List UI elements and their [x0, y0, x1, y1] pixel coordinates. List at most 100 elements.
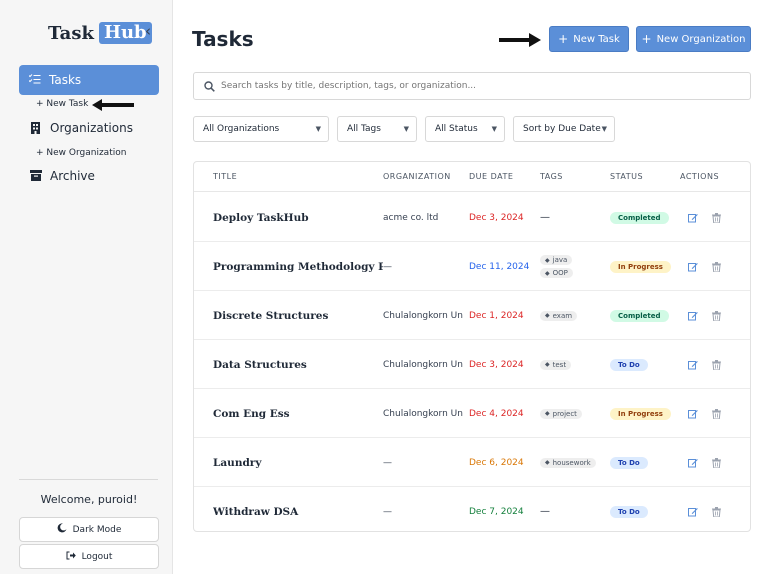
status-badge: To Do	[610, 505, 648, 518]
chevron-down-icon: ▼	[315, 125, 321, 133]
app: Task Hub ‹ Tasks + New Task Organization…	[0, 0, 757, 574]
column-header-organization: ORGANIZATION	[383, 172, 451, 181]
column-header-status: STATUS	[610, 172, 644, 181]
welcome-message: Welcome, puroid!	[40, 493, 138, 506]
trash-icon[interactable]	[712, 408, 721, 419]
edit-icon[interactable]	[688, 507, 698, 517]
sidebar-item-tasks-label: Tasks	[49, 73, 82, 87]
tag-label: java	[552, 256, 568, 264]
plus-icon: +	[641, 32, 652, 46]
sidebar-new-organization-link[interactable]: + New Organization	[36, 148, 126, 158]
task-organization: Chulalongkorn Un	[383, 408, 463, 419]
task-title: Data Structures	[213, 358, 307, 371]
task-due-date: Dec 11, 2024	[469, 261, 530, 272]
task-status: To Do	[610, 340, 680, 389]
table-row[interactable]: Data Structures Chulalongkorn Un Dec 3, 20…	[194, 340, 750, 389]
sidebar: Task Hub ‹ Tasks + New Task Organization…	[0, 0, 173, 574]
organization-filter-select[interactable]: All Organizations ▼	[193, 116, 329, 142]
chevron-down-icon: ▼	[403, 125, 409, 133]
empty-tags: —	[540, 506, 550, 517]
plus-icon: +	[558, 32, 569, 46]
tag-icon: ◆	[545, 410, 550, 417]
tag-label: OOP	[552, 269, 568, 277]
brand-task-text: Task	[48, 22, 94, 44]
task-actions	[688, 438, 738, 487]
task-actions	[688, 291, 738, 340]
table-row[interactable]: Withdraw DSA — Dec 7, 2024 — To Do	[194, 487, 750, 536]
collapse-sidebar-button[interactable]: ‹	[145, 22, 151, 40]
task-status: Completed	[610, 291, 680, 340]
task-actions	[688, 193, 738, 242]
table-row[interactable]: Discrete Structures Chulalongkorn Un Dec 1…	[194, 291, 750, 340]
organization-filter-value: All Organizations	[203, 124, 280, 134]
task-due-date: Dec 3, 2024	[469, 359, 524, 370]
search-icon	[204, 77, 215, 96]
task-actions	[688, 242, 738, 291]
table-row[interactable]: Deploy TaskHub acme co. ltd Dec 3, 2024 — Co…	[194, 193, 750, 242]
new-organization-button[interactable]: + New Organization	[636, 26, 751, 52]
task-organization: Chulalongkorn Un	[383, 310, 463, 321]
table-row[interactable]: Com Eng Ess Chulalongkorn Un Dec 4, 2024 ◆ p…	[194, 389, 750, 438]
task-organization: —	[383, 261, 392, 272]
task-due-date: Dec 1, 2024	[469, 310, 524, 321]
task-title: Laundry	[213, 456, 262, 469]
tag-label: exam	[552, 311, 573, 320]
trash-icon[interactable]	[712, 261, 721, 272]
archive-box-icon	[30, 170, 42, 182]
app-logo: Task Hub	[48, 22, 152, 44]
chevron-down-icon: ▼	[601, 125, 607, 133]
search-input[interactable]	[221, 81, 721, 91]
table-row[interactable]: Laundry — Dec 6, 2024 ◆ housework To Do	[194, 438, 750, 487]
tag-icon: ◆	[545, 459, 550, 466]
task-tags: ◆ test	[540, 340, 610, 389]
tag-label: test	[552, 360, 567, 369]
column-header-tags: TAGS	[540, 172, 563, 181]
task-tags: ◆ project	[540, 389, 610, 438]
page-title: Tasks	[192, 27, 254, 51]
task-tags: —	[540, 487, 610, 536]
dark-mode-button[interactable]: Dark Mode	[19, 517, 159, 542]
tag-chip: ◆ java	[540, 255, 573, 265]
sidebar-new-task-link[interactable]: + New Task	[36, 99, 88, 109]
task-due-date: Dec 4, 2024	[469, 408, 524, 419]
trash-icon[interactable]	[712, 506, 721, 517]
sidebar-item-organizations-label: Organizations	[50, 121, 133, 135]
task-due-date: Dec 7, 2024	[469, 506, 524, 517]
edit-icon[interactable]	[688, 262, 698, 272]
task-status: To Do	[610, 487, 680, 536]
tag-icon: ◆	[545, 312, 550, 319]
edit-icon[interactable]	[688, 360, 698, 370]
logout-button[interactable]: Logout	[19, 544, 159, 569]
edit-icon[interactable]	[688, 311, 698, 321]
tag-icon: ◆	[545, 256, 550, 264]
task-title: Com Eng Ess	[213, 407, 290, 420]
tags-filter-select[interactable]: All Tags ▼	[337, 116, 417, 142]
sidebar-item-tasks[interactable]: Tasks	[19, 65, 159, 95]
sidebar-item-archive-label: Archive	[50, 169, 95, 183]
status-badge: To Do	[610, 456, 648, 469]
task-tags: ◆ exam	[540, 291, 610, 340]
task-status: In Progress	[610, 242, 680, 291]
sidebar-item-archive[interactable]: Archive	[30, 169, 95, 183]
trash-icon[interactable]	[712, 457, 721, 468]
sidebar-divider	[19, 479, 158, 480]
trash-icon[interactable]	[712, 310, 721, 321]
new-task-button[interactable]: + New Task	[549, 26, 629, 52]
task-status: To Do	[610, 438, 680, 487]
new-organization-button-label: New Organization	[656, 33, 746, 45]
sort-select[interactable]: Sort by Due Date ▼	[513, 116, 615, 142]
table-row[interactable]: Programming Methodology Pr — Dec 11, 2024 ◆…	[194, 242, 750, 291]
trash-icon[interactable]	[712, 212, 721, 223]
task-status: Completed	[610, 193, 680, 242]
task-tags: ◆ java ◆ OOP	[540, 242, 610, 291]
edit-icon[interactable]	[688, 213, 698, 223]
trash-icon[interactable]	[712, 359, 721, 370]
sidebar-item-organizations[interactable]: Organizations	[30, 121, 133, 135]
building-icon	[30, 122, 42, 134]
status-filter-select[interactable]: All Status ▼	[425, 116, 505, 142]
edit-icon[interactable]	[688, 458, 698, 468]
task-actions	[688, 487, 738, 536]
tag-chip: ◆ housework	[540, 457, 596, 468]
edit-icon[interactable]	[688, 409, 698, 419]
task-due-date: Dec 6, 2024	[469, 457, 524, 468]
